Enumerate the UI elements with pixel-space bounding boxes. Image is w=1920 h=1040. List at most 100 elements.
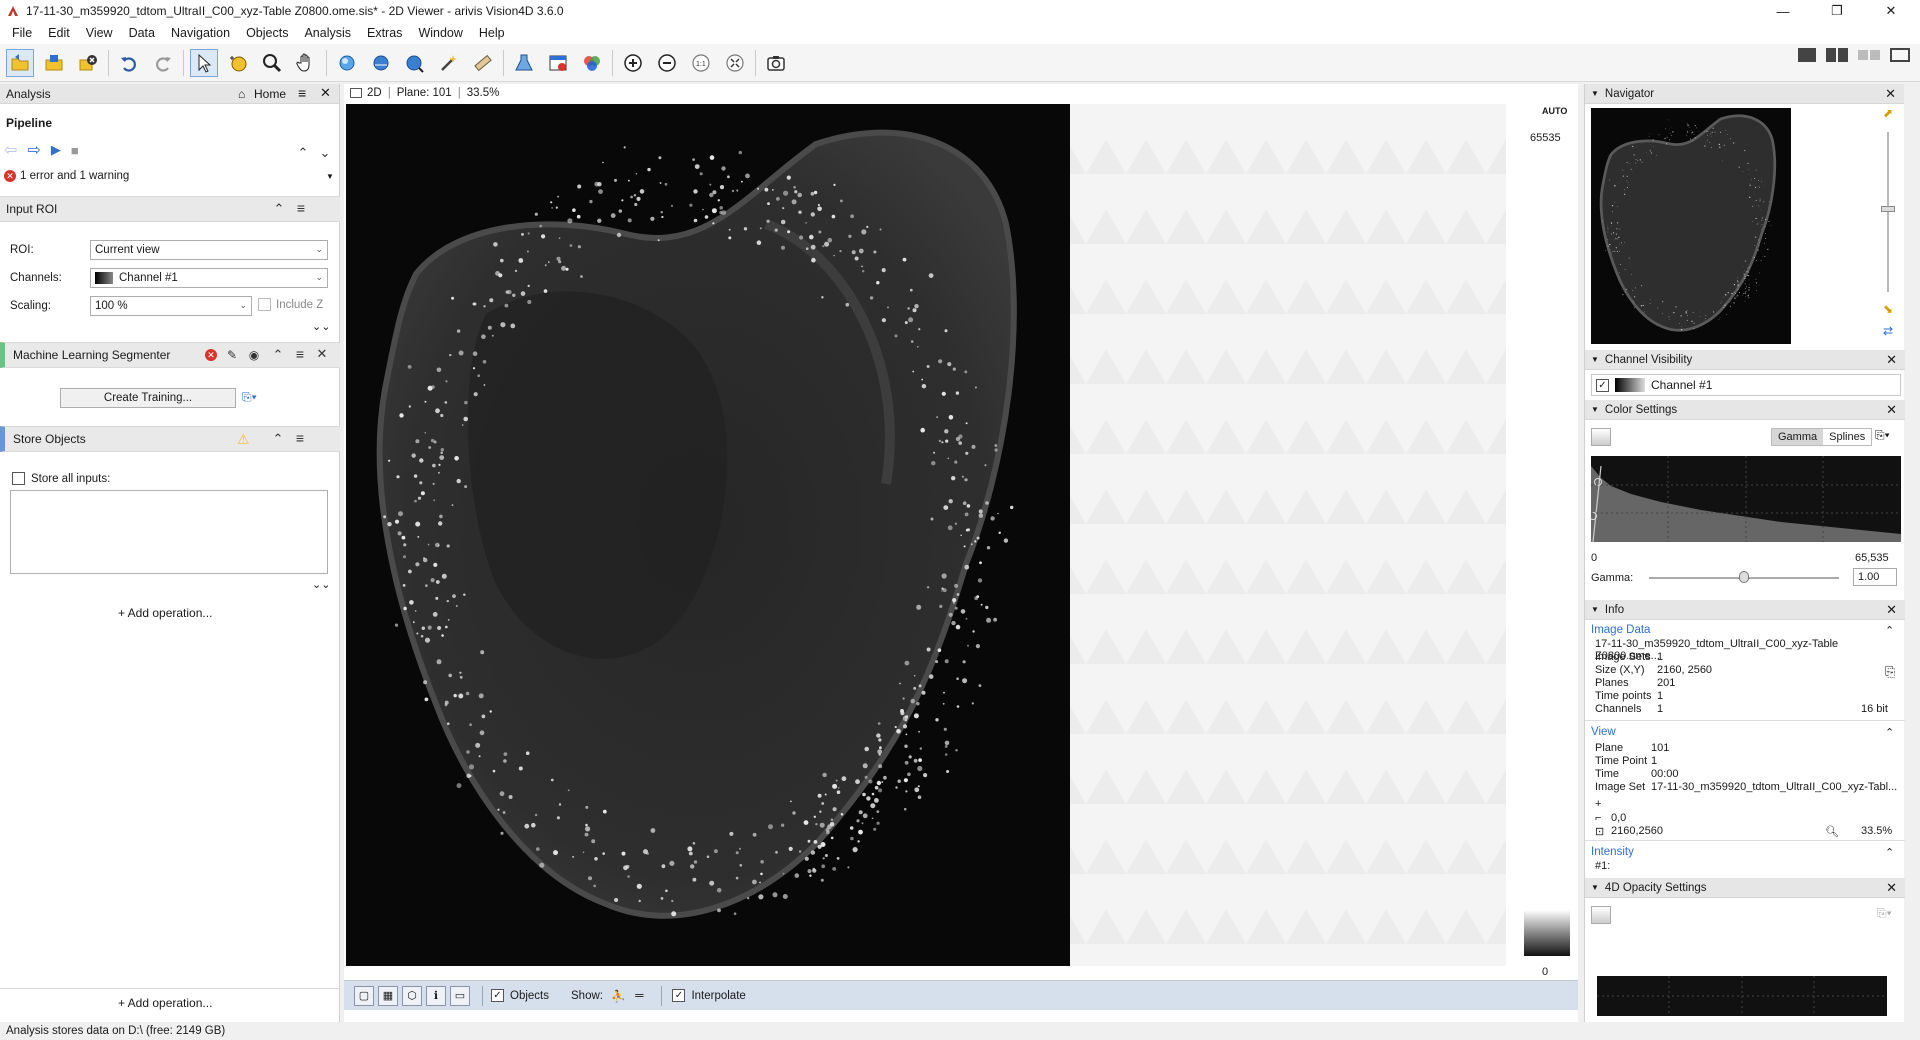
status-dropdown-icon[interactable]: ▼: [326, 172, 334, 181]
collapse-up-icon[interactable]: ⌃: [1885, 624, 1894, 637]
3d-view-button[interactable]: ⬡: [402, 985, 422, 1006]
gamma-input[interactable]: 1.00: [1853, 568, 1897, 586]
measure-button[interactable]: [469, 49, 497, 77]
image-canvas[interactable]: [346, 104, 1506, 966]
opacity-presets-icon[interactable]: ⎘▾: [1877, 906, 1892, 921]
interpolate-checkbox[interactable]: ✓: [672, 989, 686, 1002]
split-layout-icon[interactable]: [1826, 48, 1848, 62]
menu-file[interactable]: File: [4, 22, 40, 44]
window-layout-icon[interactable]: [1890, 48, 1910, 62]
zoom-in-nav-icon[interactable]: ⬈: [1883, 106, 1893, 120]
vertical-scrollbar[interactable]: [1502, 124, 1522, 984]
draw-tool-1-button[interactable]: [333, 49, 361, 77]
close-icon[interactable]: ✕: [1886, 880, 1897, 896]
menu-view[interactable]: View: [78, 22, 121, 44]
close-icon[interactable]: ✕: [1886, 352, 1897, 368]
analysis-button[interactable]: [510, 49, 538, 77]
section-menu-icon[interactable]: ≡: [291, 429, 309, 447]
pan-tool-button[interactable]: [292, 49, 320, 77]
navigator-header[interactable]: ▼ Navigator ✕: [1585, 84, 1904, 104]
channel-visible-checkbox[interactable]: ✓: [1596, 378, 1609, 392]
fit-to-window-button[interactable]: [721, 49, 749, 77]
run-icon[interactable]: ▶: [51, 142, 61, 158]
menu-data[interactable]: Data: [121, 22, 163, 44]
channels-select[interactable]: Channel #1 ⌄: [90, 268, 328, 288]
single-view-button[interactable]: ▢: [354, 985, 374, 1006]
add-operation-bottom-link[interactable]: + Add operation...: [118, 996, 212, 1010]
collapse-up-icon[interactable]: ⌃: [269, 346, 287, 364]
splines-tab[interactable]: Splines: [1823, 429, 1872, 445]
opacity-color-button[interactable]: [1591, 906, 1611, 924]
draw-tool-2-button[interactable]: [367, 49, 395, 77]
info-view-button[interactable]: ℹ: [426, 985, 446, 1006]
draw-tool-3-button[interactable]: [401, 49, 429, 77]
select-tool-button[interactable]: [190, 48, 218, 77]
menu-window[interactable]: Window: [410, 22, 470, 44]
save-button[interactable]: [40, 49, 68, 77]
expand-down-icon[interactable]: ⌄: [316, 144, 334, 162]
menu-help[interactable]: Help: [471, 22, 513, 44]
opacity-header[interactable]: ▼ 4D Opacity Settings ✕: [1585, 878, 1905, 898]
zoom-1-1-button[interactable]: 1:1: [687, 49, 715, 77]
create-training-button[interactable]: Create Training...: [60, 388, 236, 408]
navigator-zoom-slider[interactable]: [1887, 132, 1889, 292]
menu-objects[interactable]: Objects: [238, 22, 296, 44]
expand-more-icon[interactable]: ⌄⌄: [312, 320, 330, 333]
open-file-button[interactable]: [6, 48, 34, 77]
presets-icon[interactable]: ⎘▾: [1875, 428, 1890, 443]
channel-row[interactable]: ✓ Channel #1: [1591, 374, 1901, 396]
include-z-option[interactable]: Include Z: [258, 298, 323, 311]
close-file-button[interactable]: [74, 49, 102, 77]
collapse-up-icon[interactable]: ⌃: [270, 200, 288, 218]
gamma-slider-handle[interactable]: [1739, 571, 1749, 583]
menu-extras[interactable]: Extras: [359, 22, 410, 44]
expand-more-icon[interactable]: ⌄⌄: [312, 578, 330, 591]
zoom-in-button[interactable]: [619, 49, 647, 77]
object-tool-button[interactable]: [224, 49, 252, 77]
menu-edit[interactable]: Edit: [40, 22, 78, 44]
close-icon[interactable]: ✕: [1885, 86, 1896, 102]
compare-layout-icon[interactable]: [1858, 50, 1880, 60]
zoom-tool-button[interactable]: [258, 49, 286, 77]
panel-close-icon[interactable]: ✕: [320, 85, 331, 101]
menu-analysis[interactable]: Analysis: [296, 22, 359, 44]
collapse-up-icon[interactable]: ⌃: [1885, 726, 1894, 739]
menu-navigation[interactable]: Navigation: [163, 22, 238, 44]
redo-button[interactable]: [149, 49, 177, 77]
microscopy-image[interactable]: [346, 104, 1070, 966]
objects-checkbox[interactable]: ✓: [491, 989, 504, 1002]
edit-icon[interactable]: ✎: [223, 346, 241, 364]
include-z-checkbox[interactable]: [258, 298, 271, 311]
training-options-icon[interactable]: ⎘▾: [242, 390, 257, 405]
restore-button[interactable]: ❐: [1814, 0, 1860, 22]
show-lines-icon[interactable]: ═: [635, 990, 643, 1002]
intensity-section-label[interactable]: Intensity: [1591, 846, 1634, 858]
grid-view-button[interactable]: ▦: [378, 985, 398, 1006]
step-forward-icon[interactable]: ⇨: [27, 140, 40, 160]
section-menu-icon[interactable]: ≡: [291, 345, 309, 363]
section-menu-icon[interactable]: ≡: [292, 199, 310, 217]
view-section-label[interactable]: View: [1591, 726, 1616, 738]
ml-segmenter-header[interactable]: Machine Learning Segmenter ✕ ✎ ◉ ⌃ ≡ ✕: [0, 342, 340, 368]
minimize-button[interactable]: —: [1760, 0, 1806, 22]
store-all-option[interactable]: Store all inputs:: [12, 472, 110, 485]
channel-visibility-header[interactable]: ▼ Channel Visibility ✕: [1585, 350, 1905, 370]
image-data-label[interactable]: Image Data: [1591, 624, 1650, 636]
navigator-zoom-handle[interactable]: [1881, 206, 1895, 212]
panel-menu-icon[interactable]: ≡: [298, 85, 306, 101]
histogram[interactable]: [1589, 456, 1901, 543]
step-back-icon[interactable]: ⇦: [4, 140, 17, 160]
sync-icon[interactable]: ⇄: [1883, 324, 1893, 338]
zoom-out-button[interactable]: [653, 49, 681, 77]
add-operation-link[interactable]: + Add operation...: [118, 606, 212, 620]
gamma-tab[interactable]: Gamma: [1772, 429, 1824, 445]
home-link[interactable]: Home: [254, 87, 286, 101]
collapse-up-icon[interactable]: ⌃: [269, 430, 287, 448]
color-picker-button[interactable]: [1591, 428, 1611, 446]
info-header[interactable]: ▼ Info ✕: [1585, 600, 1905, 620]
screen-view-button[interactable]: ▭: [450, 985, 470, 1006]
home-icon[interactable]: ⌂: [238, 87, 245, 101]
magic-wand-button[interactable]: [435, 49, 463, 77]
collapse-up-icon[interactable]: ⌃: [1885, 846, 1894, 859]
opacity-histogram[interactable]: [1597, 976, 1887, 1016]
